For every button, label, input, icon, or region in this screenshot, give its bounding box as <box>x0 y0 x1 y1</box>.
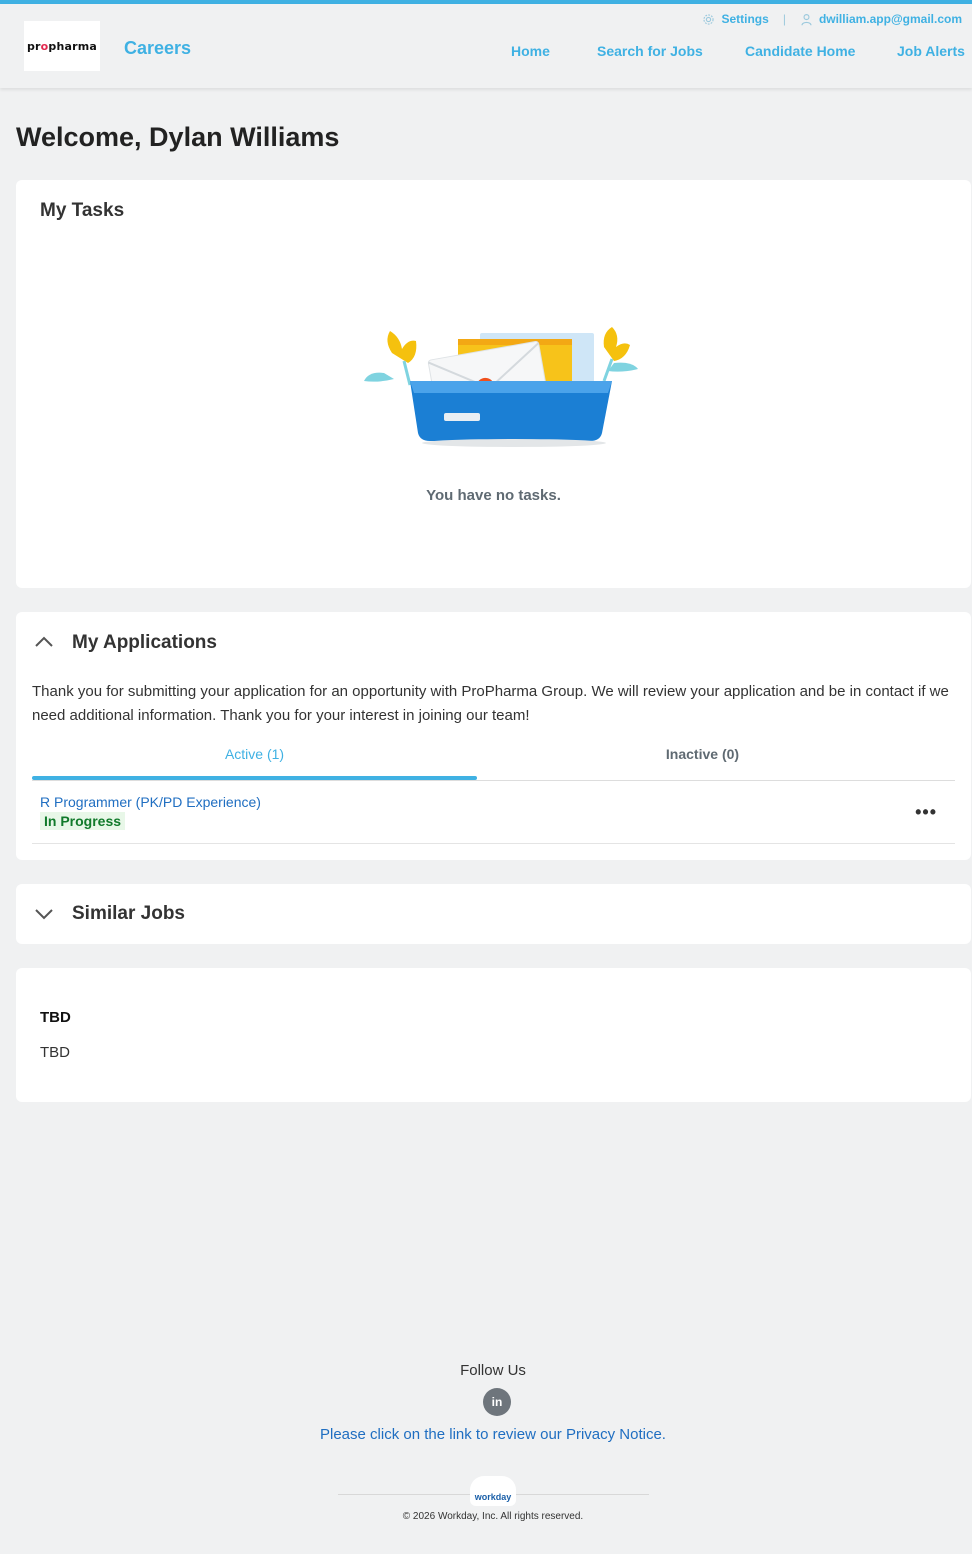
user-icon <box>801 13 812 25</box>
workday-logo-text: workday <box>474 1492 512 1502</box>
similar-jobs-title[interactable]: Similar Jobs <box>72 903 185 925</box>
tab-inactive[interactable]: Inactive (0) <box>480 746 925 762</box>
nav-home[interactable]: Home <box>511 43 550 59</box>
no-tasks-message: You have no tasks. <box>426 487 561 504</box>
inbox-tray-illustration <box>364 327 638 447</box>
my-tasks-title: My Tasks <box>40 200 125 221</box>
propharma-logo[interactable]: propharma <box>24 21 100 71</box>
more-actions-button[interactable]: ••• <box>915 802 937 823</box>
nav-search-for-jobs[interactable]: Search for Jobs <box>597 43 703 59</box>
follow-us-label: Follow Us <box>460 1362 526 1379</box>
copyright-text: © 2026 Workday, Inc. All rights reserved… <box>402 1511 584 1522</box>
active-tab-indicator <box>32 776 477 780</box>
workday-logo: workday <box>470 1476 516 1506</box>
welcome-heading: Welcome, Dylan Williams <box>16 122 340 152</box>
nav-job-alerts[interactable]: Job Alerts <box>897 43 965 59</box>
status-badge: In Progress <box>40 812 126 830</box>
site-header: propharma Careers Settings | dwilliam.ap… <box>0 4 972 88</box>
info-card-body: TBD <box>40 1044 70 1061</box>
application-row: R Programmer (PK/PD Experience) In Progr… <box>32 782 955 844</box>
info-card-heading: TBD <box>40 1009 71 1026</box>
application-job-link[interactable]: R Programmer (PK/PD Experience) <box>40 794 261 810</box>
chevron-down-icon[interactable] <box>34 904 54 924</box>
nav-candidate-home[interactable]: Candidate Home <box>745 43 855 59</box>
similar-jobs-card: Similar Jobs <box>16 884 971 944</box>
info-card: TBD TBD <box>16 968 971 1102</box>
privacy-notice-link[interactable]: Please click on the link to review our P… <box>0 1426 972 1443</box>
linkedin-icon[interactable]: in <box>483 1388 511 1416</box>
logo-text: propharma <box>26 39 98 53</box>
settings-label: Settings <box>721 12 769 26</box>
careers-brand-link[interactable]: Careers <box>124 38 191 59</box>
gear-icon <box>703 13 715 25</box>
applications-tabs: Active (1) Inactive (0) <box>32 740 955 781</box>
my-applications-title[interactable]: My Applications <box>72 632 217 654</box>
applications-message: Thank you for submitting your applicatio… <box>32 683 949 724</box>
my-applications-card: My Applications Thank you for submitting… <box>16 612 971 860</box>
user-email: dwilliam.app@gmail.com <box>818 12 962 26</box>
my-tasks-card: My Tasks You have no tasks. <box>16 180 971 588</box>
settings-link[interactable]: Settings <box>702 12 769 26</box>
divider: | <box>782 12 786 26</box>
chevron-up-icon[interactable] <box>34 632 54 652</box>
user-account-link[interactable]: dwilliam.app@gmail.com <box>800 12 962 26</box>
tab-active[interactable]: Active (1) <box>32 746 477 762</box>
utility-links: Settings | dwilliam.app@gmail.com <box>702 12 962 26</box>
